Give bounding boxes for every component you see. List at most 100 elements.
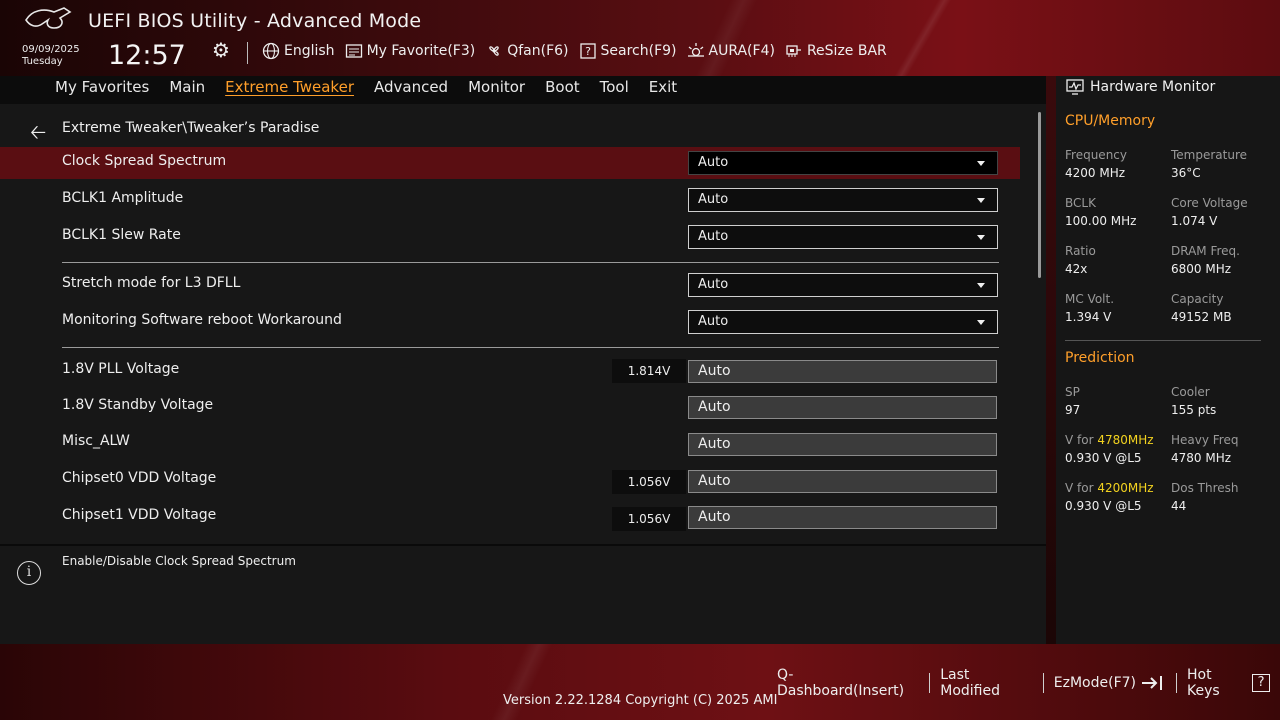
- monitoring-software-reboot-select[interactable]: Auto: [688, 310, 998, 334]
- help-text: Enable/Disable Clock Spread Spectrum: [62, 554, 296, 568]
- aura-button[interactable]: AURA(F4): [687, 42, 775, 60]
- tab-my-favorites[interactable]: My Favorites: [55, 78, 149, 96]
- setting-row-misc-alw[interactable]: Misc_ALW Auto: [0, 429, 1020, 461]
- hw-mc-volt: MC Volt. 1.394 V: [1065, 290, 1114, 326]
- toolbar-divider: [247, 42, 248, 64]
- hw-label: Dos Thresh: [1171, 481, 1239, 495]
- setting-row-stretch-mode-l3-dfll[interactable]: Stretch mode for L3 DFLL Auto: [0, 269, 1020, 301]
- hw-divider: [1065, 340, 1261, 341]
- qfan-button[interactable]: Qfan(F6): [485, 42, 569, 60]
- clock[interactable]: 12:57: [108, 40, 186, 71]
- gear-icon[interactable]: ⚙: [212, 38, 230, 62]
- main-tabs: My Favorites Main Extreme Tweaker Advanc…: [55, 78, 697, 96]
- hot-keys-button[interactable]: Hot Keys ?: [1177, 667, 1280, 699]
- select-value: Auto: [698, 314, 729, 329]
- setting-row-chipset0-vdd-voltage[interactable]: Chipset0 VDD Voltage 1.056V Auto: [0, 465, 1020, 497]
- select-value: Auto: [698, 192, 729, 207]
- setting-row-1-8v-standby-voltage[interactable]: 1.8V Standby Voltage Auto: [0, 392, 1020, 424]
- search-button[interactable]: ? Search(F9): [579, 42, 677, 60]
- tab-monitor[interactable]: Monitor: [468, 78, 525, 96]
- hw-heavy-freq: Heavy Freq 4780 MHz: [1171, 431, 1238, 467]
- hw-v-for-base: V for 4200MHz 0.930 V @L5: [1065, 479, 1154, 515]
- setting-row-1-8v-pll-voltage[interactable]: 1.8V PLL Voltage 1.814V Auto: [0, 355, 1020, 387]
- setting-label: BCLK1 Amplitude: [62, 190, 184, 206]
- hw-label: Core Voltage: [1171, 196, 1248, 210]
- version-text: Version 2.22.1284 Copyright (C) 2025 AMI: [503, 693, 778, 708]
- hw-ratio: Ratio 42x: [1065, 242, 1096, 278]
- tab-boot[interactable]: Boot: [545, 78, 580, 96]
- tab-advanced[interactable]: Advanced: [374, 78, 448, 96]
- tab-extreme-tweaker[interactable]: Extreme Tweaker: [225, 78, 354, 96]
- select-value: Auto: [698, 277, 729, 292]
- hw-label: V for 4200MHz: [1065, 479, 1154, 497]
- setting-label: Chipset1 VDD Voltage: [62, 507, 217, 523]
- hw-label: Frequency: [1065, 148, 1127, 162]
- hw-value: 97: [1065, 403, 1081, 417]
- 1-8v-pll-voltage-input[interactable]: Auto: [688, 360, 997, 383]
- hw-label: Temperature: [1171, 148, 1248, 162]
- setting-label: Clock Spread Spectrum: [62, 153, 227, 169]
- q-dashboard-button[interactable]: Q-Dashboard(Insert): [777, 667, 929, 699]
- my-favorite-button[interactable]: My Favorite(F3): [345, 42, 476, 60]
- prediction-heading: Prediction: [1065, 350, 1135, 366]
- my-favorite-label: My Favorite(F3): [366, 43, 476, 59]
- help-question-icon: ?: [1252, 674, 1270, 692]
- setting-label: 1.8V PLL Voltage: [62, 361, 180, 377]
- hw-value: 1.394 V: [1065, 310, 1112, 324]
- hw-value: 42x: [1065, 262, 1088, 276]
- resize-bar-button[interactable]: ReSize BAR: [785, 42, 887, 60]
- section-divider: [62, 262, 999, 263]
- setting-row-monitoring-software-reboot[interactable]: Monitoring Software reboot Workaround Au…: [0, 306, 1020, 338]
- tab-exit[interactable]: Exit: [649, 78, 677, 96]
- setting-label: Monitoring Software reboot Workaround: [62, 312, 342, 328]
- setting-row-chipset1-vdd-voltage[interactable]: Chipset1 VDD Voltage 1.056V Auto: [0, 502, 1020, 534]
- setting-label: BCLK1 Slew Rate: [62, 227, 181, 243]
- hw-bclk: BCLK 100.00 MHz: [1065, 194, 1136, 230]
- setting-row-bclk1-slew-rate[interactable]: BCLK1 Slew Rate Auto: [0, 221, 1020, 253]
- current-voltage-readout: 1.056V: [612, 470, 686, 494]
- monitor-icon: [1066, 79, 1084, 95]
- ezmode-button[interactable]: EzMode(F7): [1044, 674, 1176, 692]
- globe-icon: [262, 42, 280, 60]
- info-icon: i: [17, 561, 41, 585]
- hw-label: Capacity: [1171, 292, 1224, 306]
- footer-bar: Q-Dashboard(Insert) Last Modified EzMode…: [777, 667, 1280, 699]
- chipset0-vdd-voltage-input[interactable]: Auto: [688, 470, 997, 493]
- section-divider: [62, 347, 999, 348]
- bclk1-amplitude-select[interactable]: Auto: [688, 188, 998, 212]
- favorite-icon: [345, 44, 362, 58]
- hw-label-freq: 4200MHz: [1097, 481, 1154, 495]
- current-voltage-readout: 1.814V: [612, 359, 686, 383]
- bclk1-slew-rate-select[interactable]: Auto: [688, 225, 998, 249]
- clock-spread-spectrum-select[interactable]: Auto: [688, 151, 998, 175]
- tab-main[interactable]: Main: [169, 78, 205, 96]
- day-text: Tuesday: [22, 56, 63, 67]
- chipset1-vdd-voltage-input[interactable]: Auto: [688, 506, 997, 529]
- misc-alw-input[interactable]: Auto: [688, 433, 997, 456]
- hw-label: Ratio: [1065, 244, 1096, 258]
- caret-down-icon: [977, 283, 985, 288]
- caret-down-icon: [977, 320, 985, 325]
- caret-down-icon: [977, 198, 985, 203]
- qfan-label: Qfan(F6): [507, 43, 569, 59]
- hw-value: 36°C: [1171, 166, 1201, 180]
- hw-label: BCLK: [1065, 196, 1096, 210]
- current-voltage-readout: 1.056V: [612, 507, 686, 531]
- scrollbar[interactable]: [1038, 112, 1041, 278]
- hw-value: 44: [1171, 499, 1187, 513]
- hw-dram-freq: DRAM Freq. 6800 MHz: [1171, 242, 1240, 278]
- hw-label-prefix: V for: [1065, 433, 1098, 447]
- 1-8v-standby-voltage-input[interactable]: Auto: [688, 396, 997, 419]
- date-display: 09/09/2025 Tuesday: [22, 44, 80, 68]
- ezmode-label: EzMode(F7): [1053, 675, 1136, 691]
- setting-row-clock-spread-spectrum[interactable]: Clock Spread Spectrum Auto: [0, 147, 1020, 179]
- stretch-mode-select[interactable]: Auto: [688, 273, 998, 297]
- tab-tool[interactable]: Tool: [600, 78, 629, 96]
- exit-arrow-icon: [1142, 676, 1162, 690]
- language-button[interactable]: English: [262, 42, 335, 60]
- hardware-monitor-label: Hardware Monitor: [1090, 79, 1216, 95]
- setting-row-bclk1-amplitude[interactable]: BCLK1 Amplitude Auto: [0, 184, 1020, 216]
- page-title: UEFI BIOS Utility - Advanced Mode: [88, 10, 422, 32]
- hw-value: 0.930 V @L5: [1065, 451, 1142, 465]
- last-modified-button[interactable]: Last Modified: [930, 667, 1043, 699]
